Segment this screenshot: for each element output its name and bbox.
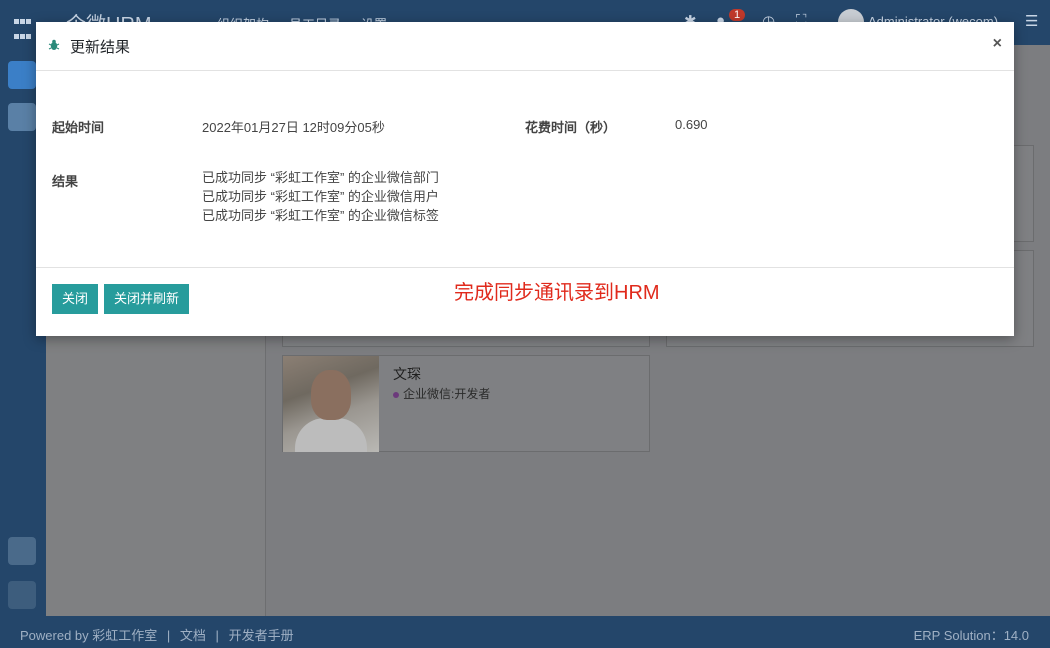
employee-tag: 企业微信:开发者 [393,385,490,402]
tag-dot-icon [393,391,399,398]
duration-value: 0.690 [675,117,708,132]
result-line: 已成功同步 “彩虹工作室” 的企业微信用户 [202,189,439,204]
footer-separator: | [166,628,171,643]
close-icon[interactable]: × [993,35,1002,53]
employee-photo [283,356,379,452]
apps-menu-icon[interactable] [14,13,34,54]
start-time-value: 2022年01月27日 12时09分05秒 [202,120,385,135]
dev-manual-link[interactable]: 开发者手册 [229,628,294,643]
dialog-footer: 关闭 关闭并刷新 完成同步通讯录到HRM [36,268,1014,336]
dialog-title: 更新结果 [70,39,131,56]
page-footer: Powered by 彩虹工作室 | 文档 | 开发者手册 ERP Soluti… [0,616,1050,648]
bug-icon [48,39,60,50]
dialog-body: 起始时间 2022年01月27日 12时09分05秒 花费时间（秒） 0.690… [36,71,1014,268]
trash-icon[interactable] [8,581,36,609]
result-list: 已成功同步 “彩虹工作室” 的企业微信部门 已成功同步 “彩虹工作室” 的企业微… [202,168,439,225]
result-line: 已成功同步 “彩虹工作室” 的企业微信部门 [202,170,439,185]
footer-separator: | [215,628,219,643]
chat-app-icon[interactable] [8,103,36,131]
settings-sliders-icon[interactable]: ☰ [1025,12,1038,30]
notification-badge: 1 [729,9,746,21]
powered-by-link[interactable]: Powered by 彩虹工作室 [20,628,157,643]
version-label: ERP Solution：14.0 [913,628,1029,643]
dialog-header: 更新结果 × [36,22,1014,71]
employee-name: 文琛 [393,366,421,382]
contacts-app-icon[interactable] [8,61,36,89]
close-button[interactable]: 关闭 [52,284,99,314]
result-label: 结果 [52,174,79,189]
close-and-refresh-button[interactable]: 关闭并刷新 [104,284,190,314]
employee-card-wenchen[interactable]: 文琛 企业微信:开发者 [282,355,650,452]
docs-link[interactable]: 文档 [180,628,206,643]
result-line: 已成功同步 “彩虹工作室” 的企业微信标签 [202,208,439,223]
add-app-icon[interactable] [8,537,36,565]
duration-label: 花费时间（秒） [525,120,617,135]
start-time-label: 起始时间 [52,120,105,135]
update-result-dialog: 更新结果 × 起始时间 2022年01月27日 12时09分05秒 花费时间（秒… [36,22,1014,336]
sync-complete-annotation: 完成同步通讯录到HRM [454,282,660,304]
